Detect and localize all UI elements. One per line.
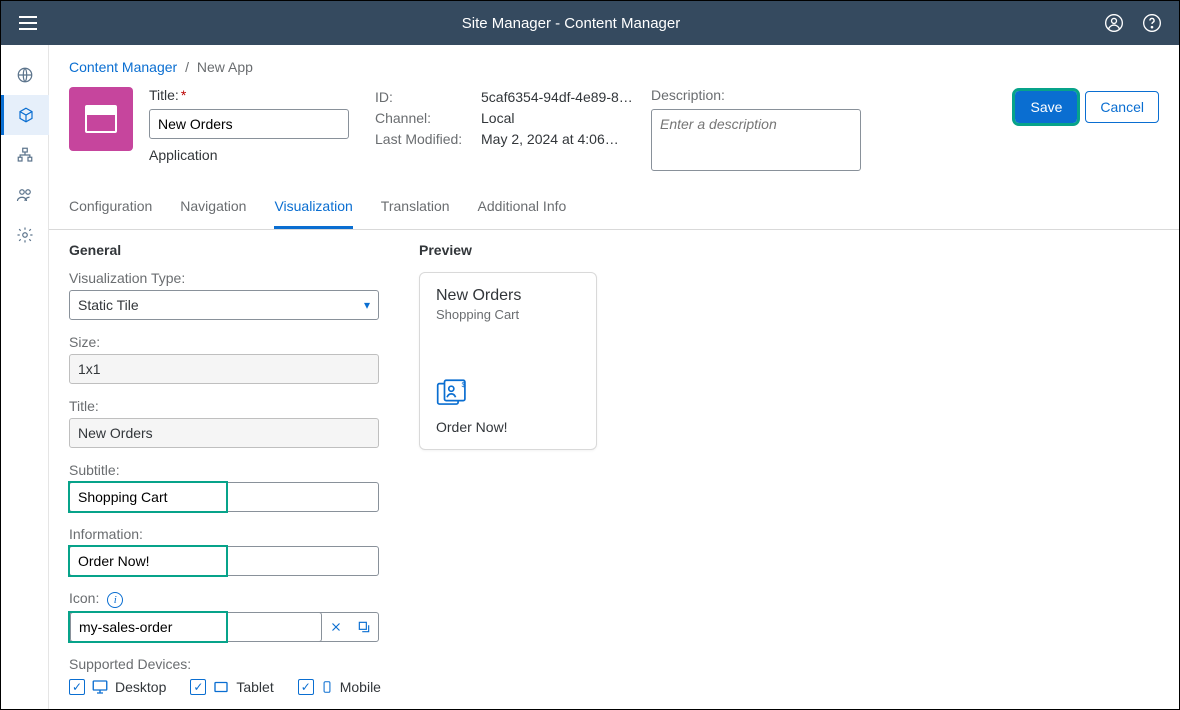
tablet-icon: [212, 678, 230, 696]
id-value: 5caf6354-94df-4e89-8d87-6c5…: [481, 87, 635, 108]
meta-block: ID: 5caf6354-94df-4e89-8d87-6c5… Channel:…: [375, 87, 635, 150]
size-label: Size:: [69, 334, 379, 350]
rail-item-cube[interactable]: [1, 95, 49, 135]
rail-item-settings[interactable]: [1, 215, 49, 255]
object-header: Title:* Application ID: 5caf6354-94df-4e8…: [49, 81, 1179, 188]
tablet-label: Tablet: [236, 679, 273, 695]
icon-input[interactable]: [70, 612, 322, 642]
shell-header: Site Manager - Content Manager: [1, 1, 1179, 45]
info-icon[interactable]: i: [107, 592, 123, 608]
help-icon: [1142, 13, 1162, 33]
rail-item-globe[interactable]: [1, 55, 49, 95]
information-input[interactable]: [69, 546, 379, 576]
value-help-button[interactable]: [350, 613, 378, 641]
preview-tile: New Orders Shopping Cart $ Order Now!: [419, 272, 597, 450]
sales-order-icon: $: [436, 378, 580, 411]
breadcrumb-root[interactable]: Content Manager: [69, 59, 177, 75]
description-input[interactable]: [651, 109, 861, 171]
globe-icon: [16, 66, 34, 84]
viz-title-field: New Orders: [69, 418, 379, 448]
user-icon: [1104, 13, 1124, 33]
viz-type-value: Static Tile: [78, 297, 139, 313]
description-label: Description:: [651, 87, 891, 103]
tabs: Configuration Navigation Visualization T…: [49, 188, 1179, 230]
breadcrumb: Content Manager / New App: [49, 45, 1179, 81]
size-field: 1x1: [69, 354, 379, 384]
subtitle-label: Subtitle:: [69, 462, 379, 478]
devices-label: Supported Devices:: [69, 656, 379, 672]
mobile-label: Mobile: [340, 679, 381, 695]
general-heading: General: [69, 242, 379, 258]
user-button[interactable]: [1097, 6, 1131, 40]
type-text: Application: [149, 147, 359, 163]
channel-label: Channel:: [375, 108, 475, 129]
save-button[interactable]: Save: [1015, 91, 1077, 123]
checkbox-desktop[interactable]: ✓: [69, 679, 85, 695]
hamburger-icon: [19, 16, 37, 30]
chevron-down-icon: ▾: [364, 298, 370, 312]
value-help-icon: [357, 620, 371, 634]
org-icon: [16, 146, 34, 164]
viz-type-select[interactable]: Static Tile ▾: [69, 290, 379, 320]
rail-item-roles[interactable]: [1, 175, 49, 215]
checkbox-tablet[interactable]: ✓: [190, 679, 206, 695]
tab-configuration[interactable]: Configuration: [69, 188, 152, 229]
viz-type-label: Visualization Type:: [69, 270, 379, 286]
breadcrumb-sep: /: [185, 59, 189, 75]
modified-value: May 2, 2024 at 4:06…: [481, 129, 635, 150]
menu-button[interactable]: [11, 6, 45, 40]
roles-icon: [16, 186, 34, 204]
cube-icon: [17, 106, 35, 124]
tab-navigation[interactable]: Navigation: [180, 188, 246, 229]
tab-translation[interactable]: Translation: [381, 188, 450, 229]
information-label: Information:: [69, 526, 379, 542]
desktop-label: Desktop: [115, 679, 166, 695]
title-label: Title:*: [149, 87, 359, 103]
close-icon: [329, 620, 343, 634]
id-label: ID:: [375, 87, 475, 108]
preview-heading: Preview: [419, 242, 597, 258]
breadcrumb-current: New App: [197, 59, 253, 75]
checkbox-mobile[interactable]: ✓: [298, 679, 314, 695]
settings-icon: [16, 226, 34, 244]
tile-info: Order Now!: [436, 419, 580, 435]
device-desktop[interactable]: ✓ Desktop: [69, 678, 166, 696]
device-mobile[interactable]: ✓ Mobile: [298, 678, 381, 696]
icon-label: Icon: i: [69, 590, 379, 608]
rail-item-org[interactable]: [1, 135, 49, 175]
tile-subtitle: Shopping Cart: [436, 307, 580, 322]
title-input[interactable]: [149, 109, 349, 139]
cancel-button[interactable]: Cancel: [1085, 91, 1159, 123]
shell-title: Site Manager - Content Manager: [45, 15, 1097, 32]
tile-title: New Orders: [436, 287, 580, 305]
channel-value: Local: [481, 108, 635, 129]
clear-icon-button[interactable]: [322, 613, 350, 641]
side-rail: [1, 45, 49, 709]
mobile-icon: [320, 678, 334, 696]
subtitle-input[interactable]: [69, 482, 379, 512]
help-button[interactable]: [1135, 6, 1169, 40]
desktop-icon: [91, 678, 109, 696]
modified-label: Last Modified:: [375, 129, 475, 150]
app-thumbnail: [69, 87, 133, 151]
device-tablet[interactable]: ✓ Tablet: [190, 678, 273, 696]
viz-title-label: Title:: [69, 398, 379, 414]
tab-additional-info[interactable]: Additional Info: [478, 188, 567, 229]
tab-visualization[interactable]: Visualization: [274, 188, 352, 229]
